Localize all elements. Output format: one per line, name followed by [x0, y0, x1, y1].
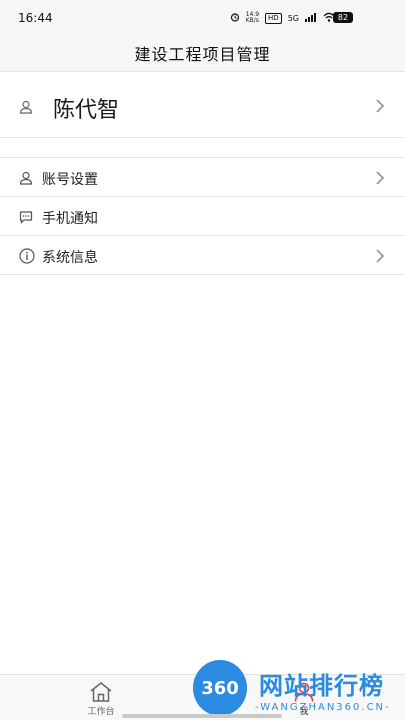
chevron-right-icon — [375, 170, 385, 190]
profile-name: 陈代智 — [53, 98, 120, 123]
page-title: 建设工程项目管理 — [134, 45, 271, 64]
home-indicator[interactable] — [122, 714, 282, 718]
hd-badge: HD — [265, 12, 282, 24]
title-bar: 建设工程项目管理 — [0, 36, 405, 70]
watermark-overlay: 360 网站排行榜 -WANGZHAN360.CN- — [193, 660, 405, 720]
chevron-right-icon — [375, 98, 385, 118]
top-area: 16:44 14.9 KB/s HD 5G 82 建设工程项目管理 — [0, 0, 405, 72]
net-speed: 14.9 KB/s — [246, 12, 259, 24]
battery-level: 82 — [337, 13, 349, 22]
settings-menu: 账号设置 手机通知 系统信息 — [0, 157, 405, 275]
menu-item-system-info[interactable]: 系统信息 — [0, 236, 405, 275]
network-label: 5G — [287, 13, 299, 23]
message-icon — [19, 209, 33, 228]
chevron-right-icon — [375, 248, 385, 268]
menu-item-phone-notification[interactable]: 手机通知 — [0, 197, 405, 236]
menu-item-label: 手机通知 — [42, 211, 98, 227]
profile-row[interactable]: 陈代智 — [0, 76, 405, 138]
watermark-logo: 360 — [193, 660, 247, 716]
menu-item-account-settings[interactable]: 账号设置 — [0, 158, 405, 197]
net-speed-unit: KB/s — [245, 17, 259, 24]
alarm-icon — [230, 12, 240, 24]
signal-icon — [305, 12, 317, 24]
watermark-title: 网站排行榜 — [259, 672, 384, 700]
status-bar: 16:44 14.9 KB/s HD 5G 82 — [0, 0, 405, 36]
user-icon — [19, 99, 33, 118]
watermark-logo-text: 360 — [201, 677, 239, 699]
info-icon — [19, 248, 35, 268]
watermark-subtitle: -WANGZHAN360.CN- — [255, 702, 391, 713]
menu-item-label: 系统信息 — [42, 250, 98, 266]
battery-indicator: 82 — [333, 12, 353, 23]
user-icon — [19, 170, 33, 189]
menu-item-label: 账号设置 — [42, 172, 98, 188]
status-time: 16:44 — [18, 11, 53, 25]
